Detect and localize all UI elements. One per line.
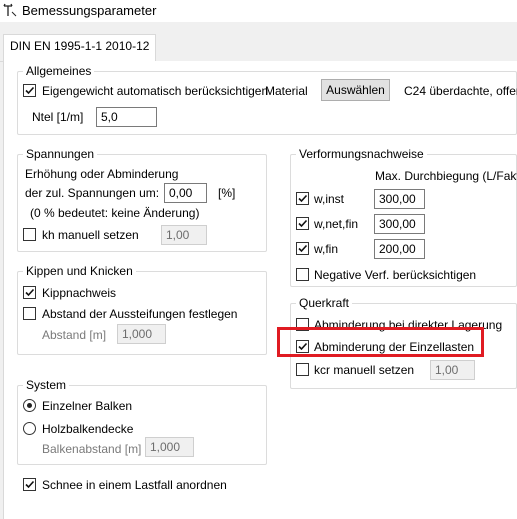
negative-verf-checkbox[interactable] (296, 268, 309, 281)
kh-input[interactable]: 1,00 (161, 225, 207, 245)
group-legend: System (23, 378, 70, 392)
w-inst-input[interactable]: 300,00 (374, 189, 425, 209)
window-title: Bemessungsparameter (22, 3, 157, 18)
spannungen-input[interactable]: 0,00 (164, 183, 207, 203)
app-icon (3, 3, 17, 17)
kcr-label: kcr manuell setzen (314, 363, 415, 377)
kh-checkbox[interactable] (23, 228, 36, 241)
w-net-fin-input[interactable]: 300,00 (374, 214, 425, 234)
ntel-input[interactable]: 5,0 (96, 107, 157, 127)
w-fin-label: w,fin (314, 242, 339, 256)
w-fin-checkbox[interactable] (296, 242, 309, 255)
w-inst-label: w,inst (314, 192, 345, 206)
einzelner-balken-radio[interactable] (23, 399, 36, 412)
ntel-label: Ntel [1/m] (32, 110, 84, 124)
einzelner-balken-label: Einzelner Balken (42, 399, 133, 413)
abstand-checkbox[interactable] (23, 307, 36, 320)
abstand-field-label: Abstand [m] (42, 328, 107, 342)
balkenabstand-input[interactable]: 1,000 (145, 437, 194, 457)
group-legend: Querkraft (296, 296, 353, 310)
group-allgemeines (17, 71, 517, 135)
w-fin-input[interactable]: 200,00 (374, 239, 425, 259)
spannungen-line1: Erhöhung oder Abminderung (25, 167, 179, 181)
holzbalkendecke-radio[interactable] (23, 422, 36, 435)
kcr-checkbox[interactable] (296, 363, 309, 376)
kh-label: kh manuell setzen (42, 228, 139, 242)
spannungen-line2: der zul. Spannungen um: (25, 186, 160, 200)
holzbalkendecke-label: Holzbalkendecke (42, 422, 134, 436)
eigengewicht-label: Eigengewicht automatisch berücksichtigen (42, 84, 269, 98)
negative-verf-label: Negative Verf. berücksichtigen (314, 268, 477, 282)
group-legend: Allgemeines (23, 64, 95, 78)
w-net-fin-checkbox[interactable] (296, 217, 309, 230)
eigengewicht-checkbox[interactable] (23, 84, 36, 97)
w-net-fin-label: w,net,fin (314, 217, 359, 231)
kcr-input[interactable]: 1,00 (430, 360, 475, 380)
w-inst-checkbox[interactable] (296, 192, 309, 205)
group-legend: Verformungsnachweise (296, 147, 427, 161)
material-value: C24 überdachte, offene (404, 84, 517, 98)
spannungen-unit: [%] (218, 186, 236, 200)
abstand-input[interactable]: 1,000 (117, 324, 166, 344)
spannungen-note: (0 % bedeutet: keine Änderung) (30, 206, 200, 220)
abstand-checkbox-label: Abstand der Aussteifungen festlegen (42, 307, 238, 321)
group-legend: Kippen und Knicken (23, 264, 136, 278)
durchbiegung-header: Max. Durchbiegung (L/Faktor) (375, 169, 517, 183)
tab-label: DIN EN 1995-1-1 2010-12 (10, 39, 150, 53)
schnee-label: Schnee in einem Lastfall anordnen (42, 478, 227, 492)
balkenabstand-label: Balkenabstand [m] (42, 442, 142, 456)
auswaehlen-button[interactable]: Auswählen (321, 79, 390, 101)
highlight-box (277, 327, 484, 357)
kippnachweis-checkbox[interactable] (23, 286, 36, 299)
group-legend: Spannungen (23, 147, 98, 161)
material-label: Material (265, 84, 308, 98)
schnee-checkbox[interactable] (23, 478, 36, 491)
kippnachweis-label: Kippnachweis (42, 286, 117, 300)
radio-dot (27, 403, 32, 408)
